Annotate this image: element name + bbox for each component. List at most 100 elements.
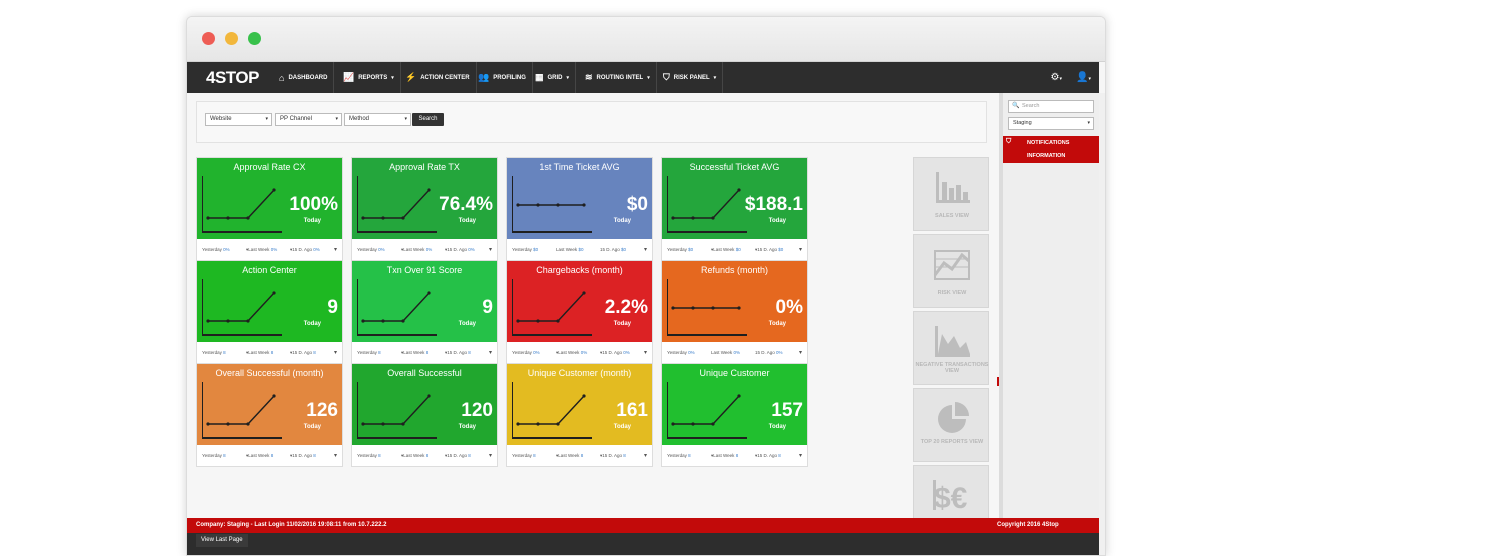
chevron-down-icon: ▾ [1087, 120, 1090, 126]
kpi-card[interactable]: 1st Time Ticket AVG $0 Today Yesterday $0 La… [506, 157, 653, 261]
method-select[interactable]: Method ▾ [344, 113, 411, 126]
kpi-comparison: Yesterday $0 [512, 247, 556, 252]
maximize-window-button[interactable] [248, 32, 261, 45]
comparison-value: 0% [313, 246, 320, 252]
expand-icon[interactable]: ▾ [799, 246, 802, 253]
pp-channel-select[interactable]: PP Channel ▾ [275, 113, 342, 126]
notifications-panel: ⛉ NOTIFICATIONS INFORMATION [1003, 136, 1099, 163]
kpi-card[interactable]: Overall Successful (month) 126 Today Yester… [196, 363, 343, 467]
sparkline-point [711, 422, 715, 426]
sparkline-point [361, 319, 365, 323]
comparison-label: ▾Last Week [711, 246, 735, 252]
kpi-title: Approval Rate CX [233, 162, 306, 172]
sparkline-point [711, 216, 715, 220]
view-tile[interactable]: Risk View [913, 234, 989, 308]
expand-icon[interactable]: ▾ [334, 349, 337, 356]
expand-icon[interactable]: ▾ [334, 246, 337, 253]
sparkline-point [206, 422, 210, 426]
comparison-value: $0 [735, 246, 741, 252]
nav-routing-intel[interactable]: ≋ Routing Intel ▾ [579, 62, 657, 93]
comparison-value: 8 [533, 453, 536, 458]
logo[interactable]: 4STOP [206, 68, 259, 88]
kpi-card[interactable]: Unique Customer (month) 161 Today Yesterday… [506, 363, 653, 467]
comparison-label: Yesterday [202, 350, 222, 355]
kpi-card[interactable]: Chargebacks (month) 2.2% Today Yesterday 0%… [506, 260, 653, 364]
chevron-down-icon: ▾ [391, 74, 394, 81]
kpi-comparison: ▾Last Week 0% [246, 247, 290, 253]
kpi-comparison: ▾15 D. Ago 0% [600, 350, 644, 356]
sparkline-point [671, 306, 675, 310]
sidebar-search-input[interactable]: 🔍 Search [1008, 100, 1094, 113]
comparison-value: 0% [733, 350, 740, 355]
search-button[interactable]: Search [412, 113, 444, 126]
kpi-value: 9 [482, 297, 493, 318]
kpi-card-header: Refunds (month) 0% Today [662, 261, 807, 342]
comparison-label: Yesterday [667, 453, 687, 458]
bottom-bar: View Last Page [187, 533, 1099, 555]
expand-icon[interactable]: ▾ [644, 349, 647, 356]
comparison-label: Yesterday [512, 453, 532, 458]
view-tile[interactable]: Negative Transactions View [913, 311, 989, 385]
kpi-card[interactable]: Unique Customer 157 Today Yesterday 8 ▾Last … [661, 363, 808, 467]
sparkline-point [361, 422, 365, 426]
last-login-info: Company: Staging - Last Login 11/02/2016… [196, 522, 387, 528]
view-label: Top 20 Reports View [920, 439, 984, 445]
information-link[interactable]: INFORMATION [1027, 153, 1065, 159]
website-select[interactable]: Website ▾ [205, 113, 272, 126]
chevron-down-icon: ▾ [713, 74, 717, 81]
comparison-value: 8 [425, 452, 429, 458]
environment-select[interactable]: Staging ▾ [1008, 117, 1094, 130]
sparkline-line [208, 395, 275, 425]
close-window-button[interactable] [202, 32, 215, 45]
sparkline-point [272, 188, 276, 192]
expand-icon[interactable]: ▾ [644, 246, 647, 253]
notifications-link[interactable]: NOTIFICATIONS [1027, 140, 1069, 146]
kpi-card[interactable]: Refunds (month) 0% Today Yesterday 0% Last W… [661, 260, 808, 364]
shield-icon: ⛉ [1006, 138, 1012, 145]
comparison-value: 8 [623, 452, 626, 458]
vertical-scrollbar[interactable] [1099, 93, 1105, 555]
view-tile[interactable]: Sales View [913, 157, 989, 231]
expand-icon[interactable]: ▾ [489, 452, 492, 459]
expand-icon[interactable]: ▾ [489, 349, 492, 356]
sparkline-chart [202, 382, 282, 439]
kpi-comparison: Yesterday 0% [202, 247, 246, 252]
nav-risk-panel[interactable]: ⛉ Risk Panel ▾ [657, 62, 724, 93]
kpi-card[interactable]: Overall Successful 120 Today Yesterday 8 ▾La… [351, 363, 498, 467]
kpi-footer: Yesterday 0% ▾Last Week 0% ▾15 D. Ago 0% ▾ [507, 342, 652, 363]
sparkline-axis [667, 382, 747, 439]
sparkline-point [226, 319, 230, 323]
comparison-value: 8 [270, 452, 274, 458]
nav-grid[interactable]: ▦ Grid ▾ [529, 62, 577, 93]
view-last-page-button[interactable]: View Last Page [196, 534, 248, 547]
user-icon[interactable]: 👤▾ [1076, 72, 1091, 83]
gears-icon[interactable]: ⚙▾ [1051, 72, 1062, 83]
kpi-card[interactable]: Approval Rate TX 76.4% Today Yesterday 0% ▾L… [351, 157, 498, 261]
nav-dashboard[interactable]: ⌂ Dashboard [273, 62, 335, 93]
expand-icon[interactable]: ▾ [799, 349, 802, 356]
sparkline-line [363, 292, 430, 322]
expand-icon[interactable]: ▾ [644, 452, 647, 459]
minimize-window-button[interactable] [225, 32, 238, 45]
view-tile[interactable]: Top 20 Reports View [913, 388, 989, 462]
kpi-comparison: ▾15 D. Ago $0 [755, 247, 799, 253]
expand-icon[interactable]: ▾ [489, 246, 492, 253]
kpi-card[interactable]: Approval Rate CX 100% Today Yesterday 0% ▾La… [196, 157, 343, 261]
kpi-comparison: ▾15 D. Ago 8 [290, 453, 334, 459]
comparison-value: 0% [378, 247, 385, 252]
kpi-card[interactable]: Successful Ticket AVG $188.1 Today Yesterda… [661, 157, 808, 261]
expand-icon[interactable]: ▾ [799, 452, 802, 459]
kpi-footer: Yesterday 8 ▾Last Week 8 ▾15 D. Ago 8 ▾ [197, 342, 342, 363]
nav-action-center[interactable]: ⚡ Action Center [399, 62, 477, 93]
comparison-label: ▾Last Week [401, 452, 425, 458]
nav-reports[interactable]: 📈 Reports ▾ [337, 62, 401, 93]
comparison-value: 0% [223, 247, 230, 252]
nav-profiling[interactable]: 👥 Profiling [472, 62, 533, 93]
kpi-period: Today [458, 321, 476, 327]
expand-icon[interactable]: ▾ [334, 452, 337, 459]
kpi-value: 2.2% [604, 297, 648, 318]
kpi-card[interactable]: Action Center 9 Today Yesterday 8 ▾Last Week… [196, 260, 343, 364]
comparison-label: ▾15 D. Ago [755, 246, 778, 252]
comparison-label: ▾Last Week [246, 349, 270, 355]
kpi-card[interactable]: Txn Over 91 Score 9 Today Yesterday 8 ▾Last … [351, 260, 498, 364]
